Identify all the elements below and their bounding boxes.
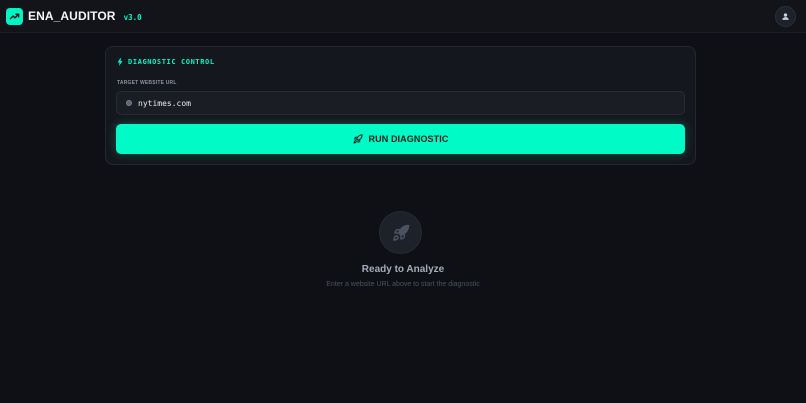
run-diagnostic-label: RUN DIAGNOSTIC: [368, 134, 449, 144]
empty-state-title: Ready to Analyze: [361, 264, 445, 275]
user-icon: [782, 12, 789, 20]
diagnostic-control-heading: DIAGNOSTIC CONTROL: [117, 58, 215, 66]
empty-state-subtitle: Enter a website URL above to start the d…: [326, 281, 480, 288]
run-diagnostic-button[interactable]: RUN DIAGNOSTIC: [116, 124, 685, 154]
app-name: ENA_AUDITOR: [28, 9, 116, 23]
rocket-icon: [353, 134, 363, 144]
bolt-icon: [117, 58, 123, 66]
trending-up-icon: [6, 7, 23, 25]
url-field-label: TARGET WEBSITE URL: [117, 80, 177, 86]
app-version: v3.0: [123, 12, 142, 22]
empty-state-icon-badge: [379, 211, 422, 254]
diagnostic-control-title: DIAGNOSTIC CONTROL: [128, 58, 215, 66]
brand[interactable]: ENA_AUDITOR v3.0: [6, 7, 142, 25]
url-input[interactable]: [138, 98, 638, 108]
user-menu-button[interactable]: [775, 5, 796, 27]
top-navbar: ENA_AUDITOR v3.0: [0, 0, 806, 33]
url-field[interactable]: [116, 91, 685, 115]
globe-icon: [126, 100, 132, 106]
rocket-icon: [392, 224, 409, 241]
